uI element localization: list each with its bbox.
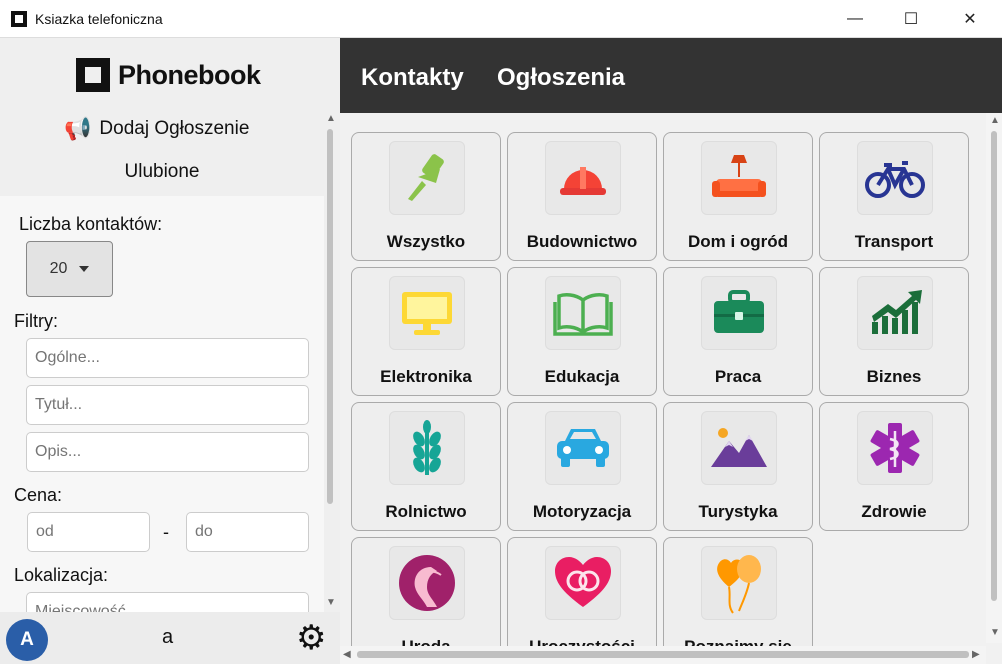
contact-count-label: Liczba kontaktów:	[19, 214, 163, 234]
wheat-icon	[389, 411, 465, 485]
category-card[interactable]: Praca	[663, 267, 813, 396]
category-label: Edukacja	[544, 367, 620, 386]
pushpin-icon	[389, 141, 465, 215]
category-card[interactable]: Biznes	[819, 267, 969, 396]
category-card[interactable]: Elektronika	[351, 267, 501, 396]
category-label: Zdrowie	[861, 502, 927, 521]
megaphone-icon: 📢	[64, 116, 92, 141]
sofa-lamp-icon	[701, 141, 777, 215]
vertical-scroll-thumb[interactable]	[991, 131, 997, 601]
content-horizontal-scrollbar[interactable]: ◀ ▶	[340, 646, 986, 664]
category-grid: Wszystko Budownictwo Dom i ogród Transpo…	[340, 113, 1002, 664]
horizontal-scroll-thumb[interactable]	[357, 651, 969, 658]
window-title: Ksiazka telefoniczna	[35, 11, 163, 27]
contact-count-value: 20	[49, 260, 68, 277]
category-label: Wszystko	[386, 232, 466, 251]
scroll-up-icon[interactable]: ▲	[326, 113, 336, 124]
woman-face-icon	[389, 546, 465, 620]
description-filter-input[interactable]	[26, 432, 309, 472]
contact-count-dropdown[interactable]: 20	[26, 241, 113, 297]
category-label: Biznes	[866, 367, 922, 386]
favorites-button[interactable]: Ulubione	[0, 161, 324, 183]
chevron-down-icon	[79, 266, 90, 272]
tab-contacts[interactable]: Kontakty	[361, 64, 464, 92]
close-button[interactable]: ✕	[947, 0, 993, 38]
category-card[interactable]: Motoryzacja	[507, 402, 657, 531]
category-card[interactable]: Rolnictwo	[351, 402, 501, 531]
category-card[interactable]: Uroda	[351, 537, 501, 664]
phonebook-logo-icon	[76, 58, 110, 92]
price-from-input[interactable]	[27, 512, 150, 552]
price-label: Cena:	[14, 485, 63, 505]
app-icon	[11, 11, 27, 27]
category-card[interactable]: Edukacja	[507, 267, 657, 396]
medical-star-icon	[857, 411, 933, 485]
car-icon	[545, 411, 621, 485]
city-filter-input[interactable]	[26, 592, 309, 612]
top-nav: Kontakty Ogłoszenia	[340, 38, 1002, 113]
scroll-right-icon[interactable]: ▶	[972, 649, 980, 660]
user-footer: A a ⚙	[0, 612, 340, 664]
minimize-button[interactable]: —	[832, 0, 878, 38]
bicycle-icon	[857, 141, 933, 215]
general-filter-input[interactable]	[26, 338, 309, 378]
scroll-left-icon[interactable]: ◀	[343, 649, 351, 660]
tab-announcements[interactable]: Ogłoszenia	[497, 64, 625, 92]
price-to-input[interactable]	[186, 512, 309, 552]
category-card[interactable]: Turystyka	[663, 402, 813, 531]
category-label: Turystyka	[698, 502, 778, 521]
maximize-button[interactable]: ☐	[888, 0, 934, 38]
add-ad-button[interactable]: 📢 Dodaj Ogłoszenie	[64, 116, 249, 142]
logo: Phonebook	[76, 58, 261, 92]
balloons-icon	[701, 546, 777, 620]
category-card[interactable]: Transport	[819, 132, 969, 261]
scroll-up-icon[interactable]: ▲	[990, 115, 1000, 126]
sidebar: Phonebook 📢 Dodaj Ogłoszenie Ulubione Li…	[0, 38, 340, 664]
scroll-down-icon[interactable]: ▼	[990, 627, 1000, 638]
category-label: Rolnictwo	[385, 502, 467, 521]
category-card[interactable]: Wszystko	[351, 132, 501, 261]
rings-heart-icon	[545, 546, 621, 620]
filters-label: Filtry:	[14, 311, 58, 331]
category-label: Budownictwo	[526, 232, 638, 251]
briefcase-icon	[701, 276, 777, 350]
gear-icon[interactable]: ⚙	[296, 621, 326, 655]
category-card[interactable]: Dom i ogród	[663, 132, 813, 261]
location-label: Lokalizacja:	[14, 565, 109, 585]
open-book-icon	[545, 276, 621, 350]
sidebar-scroll-thumb[interactable]	[327, 129, 333, 504]
filters-panel: Liczba kontaktów: 20 Filtry: Cena: - Lok…	[0, 196, 324, 612]
monitor-icon	[389, 276, 465, 350]
growth-chart-icon	[857, 276, 933, 350]
username: a	[162, 626, 174, 648]
mountains-icon	[701, 411, 777, 485]
category-label: Elektronika	[380, 367, 472, 386]
category-card[interactable]: Poznajmy się	[663, 537, 813, 664]
category-label: Transport	[854, 232, 934, 251]
avatar[interactable]: A	[6, 619, 48, 661]
category-label: Dom i ogród	[687, 232, 789, 251]
price-separator: -	[163, 522, 169, 542]
title-filter-input[interactable]	[26, 385, 309, 425]
scroll-down-icon[interactable]: ▼	[326, 597, 336, 608]
title-bar: Ksiazka telefoniczna — ☐ ✕	[0, 0, 1002, 38]
category-card[interactable]: Zdrowie	[819, 402, 969, 531]
add-ad-label: Dodaj Ogłoszenie	[99, 118, 250, 139]
hard-hat-icon	[545, 141, 621, 215]
category-label: Praca	[714, 367, 762, 386]
logo-text: Phonebook	[118, 59, 261, 90]
category-label: Motoryzacja	[532, 502, 632, 521]
content-vertical-scrollbar[interactable]: ▲ ▼	[986, 113, 1002, 643]
sidebar-scrollbar[interactable]: ▲ ▼	[322, 111, 338, 611]
category-card[interactable]: Uroczystości	[507, 537, 657, 664]
category-card[interactable]: Budownictwo	[507, 132, 657, 261]
